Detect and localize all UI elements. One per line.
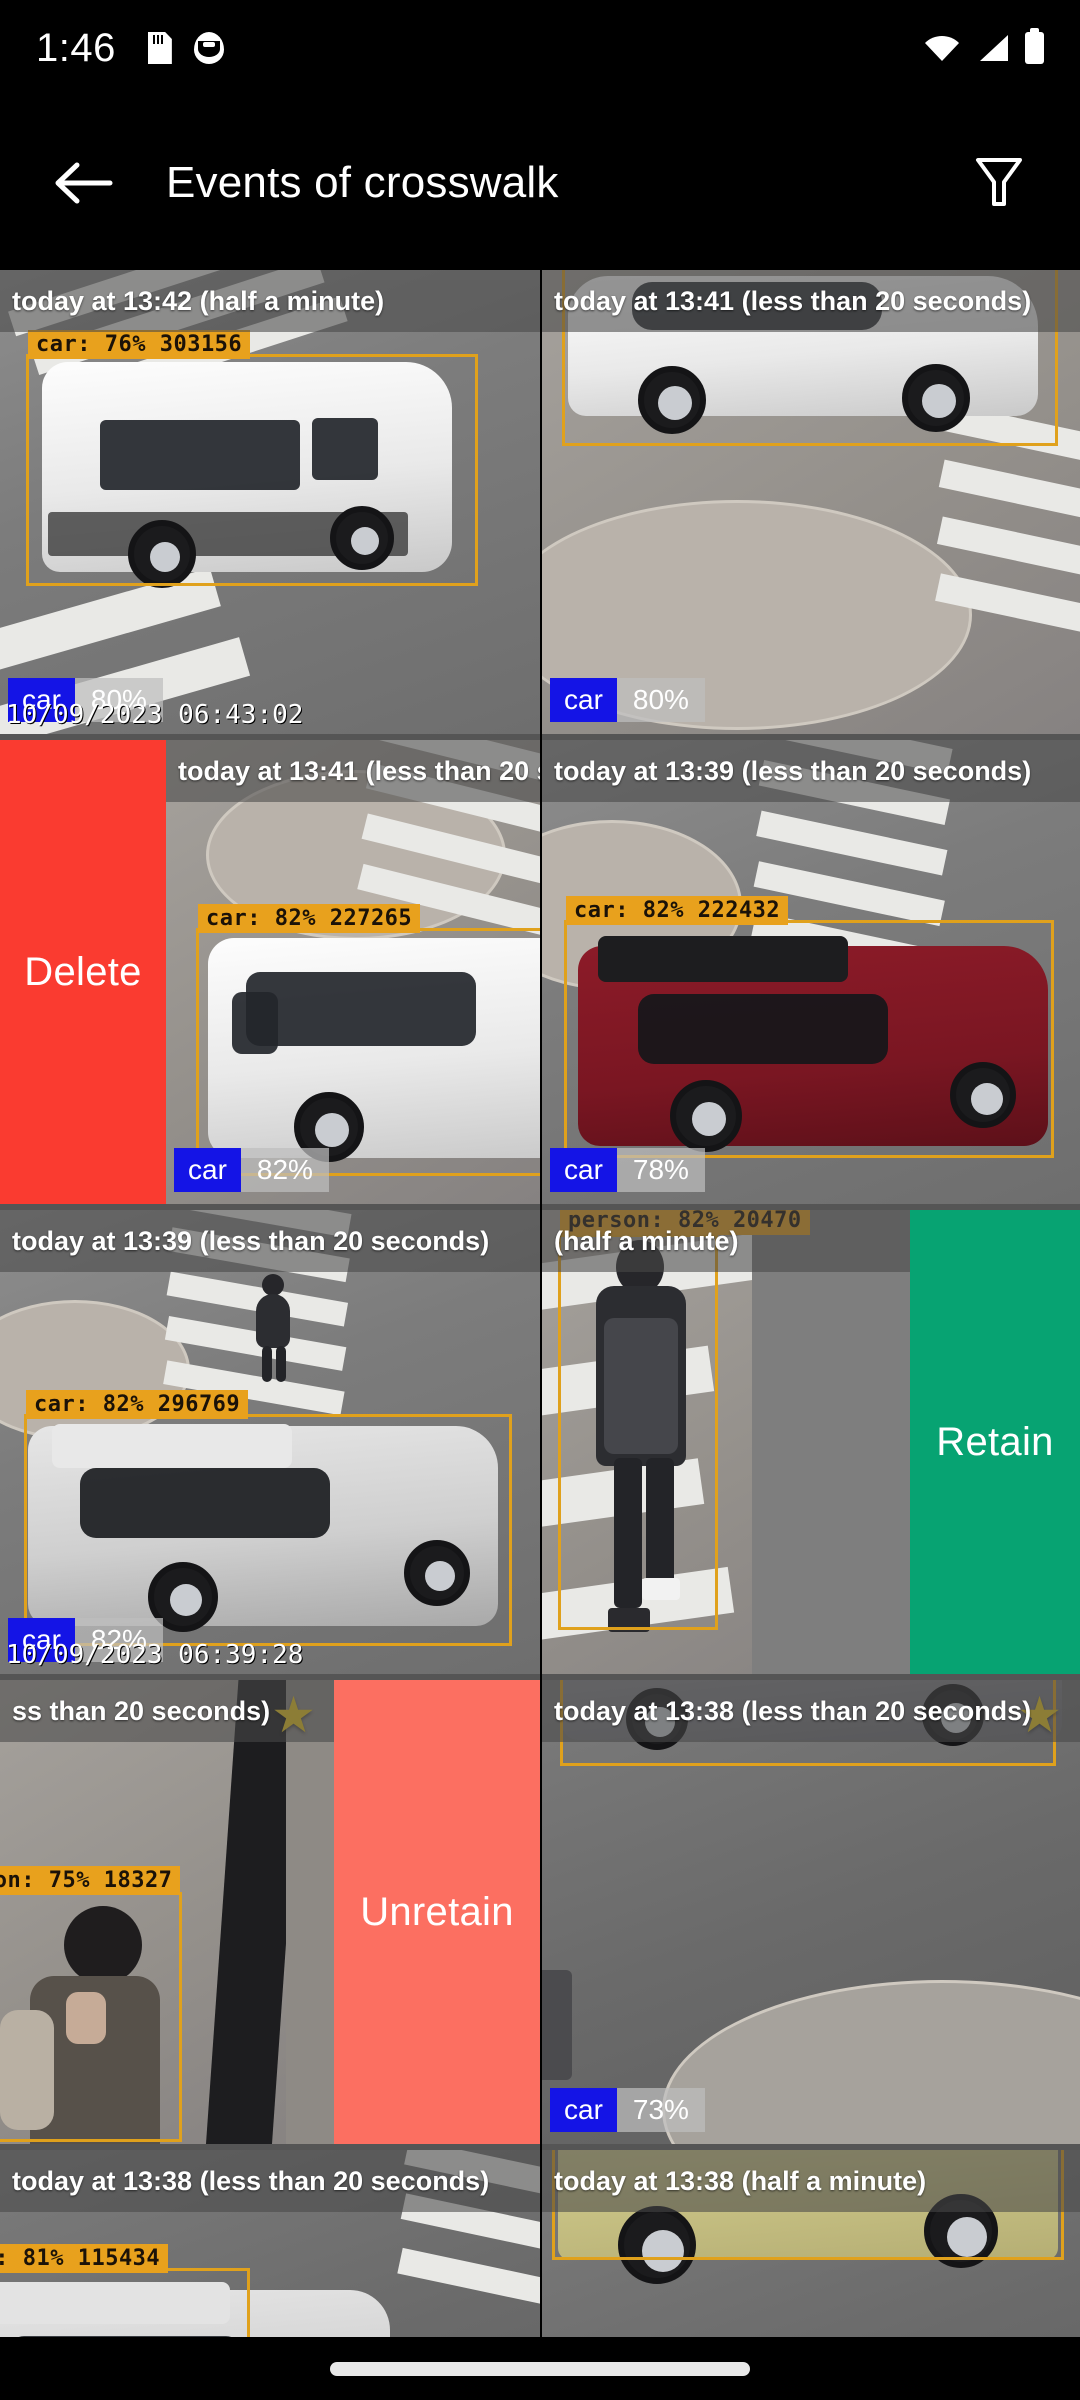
detection-label: son: 75% 18327 <box>0 1866 181 1895</box>
status-system-icons <box>923 28 1044 64</box>
home-indicator[interactable] <box>330 2361 750 2376</box>
class-label: car <box>550 1148 617 1192</box>
system-navigation-bar <box>0 2337 1080 2400</box>
event-cell[interactable]: Delete car: 82% 227265 today at 13:41 (l… <box>0 740 540 1210</box>
confidence-badge: car 73% <box>550 2088 705 2132</box>
pedestrian-figure <box>248 1274 296 1384</box>
event-caption: today at 13:42 (half a minute) <box>0 270 540 332</box>
event-caption: today at 13:38 (less than 20 seconds) <box>542 1680 1080 1742</box>
event-caption: today at 13:39 (less than 20 seconds) <box>0 1210 540 1272</box>
status-notification-icons <box>147 32 224 64</box>
event-caption: today at 13:38 (half a minute) <box>542 2150 1080 2212</box>
event-card-4[interactable]: car: 82% 222432 today at 13:39 (less tha… <box>542 740 1080 1204</box>
event-caption: today at 13:38 (less than 20 seconds) <box>0 2150 540 2212</box>
detection-label: car: 82% 296769 <box>26 1390 249 1419</box>
detection-label: car: 76% 303156 <box>28 330 251 359</box>
event-card-9[interactable]: car: 81% 115434 today at 13:38 (less tha… <box>0 2150 540 2337</box>
detection-label: car: 81% 115434 <box>0 2244 169 2273</box>
event-card-7[interactable]: son: 75% 18327 ★ ss than 20 seconds) <box>0 1680 334 2144</box>
class-label: car <box>174 1148 241 1192</box>
unretain-action-button[interactable]: Unretain <box>334 1680 540 2144</box>
events-grid[interactable]: car: 76% 303156 today at 13:42 (half a m… <box>0 270 1080 2337</box>
event-thumbnail <box>542 270 1080 734</box>
sd-card-icon <box>147 32 172 64</box>
delete-action-label: Delete <box>24 949 142 994</box>
event-thumbnail: son: 75% 18327 ★ <box>0 1680 334 2144</box>
camera-timestamp: 10/09/2023 06:39:28 <box>6 1640 304 1670</box>
event-card-8[interactable]: ★ today at 13:38 (less than 20 seconds) … <box>542 1680 1080 2144</box>
back-arrow-icon <box>55 162 113 204</box>
event-caption: ss than 20 seconds) <box>0 1680 334 1742</box>
confidence-badge: car 78% <box>550 1148 705 1192</box>
detection-label: car: 82% 227265 <box>198 904 421 933</box>
event-thumbnail: car: 82% 296769 <box>0 1210 540 1674</box>
event-cell[interactable]: today at 13:41 (less than 20 seconds) ca… <box>542 270 1080 740</box>
status-bar: 1:46 <box>0 0 1080 96</box>
confidence-badge: car 80% <box>550 678 705 722</box>
event-card-3[interactable]: car: 82% 227265 today at 13:41 (less tha… <box>166 740 540 1204</box>
event-card-10[interactable]: today at 13:38 (half a minute) <box>542 2150 1080 2337</box>
app-bar: Events of crosswalk <box>0 96 1080 270</box>
cellular-signal-icon <box>980 35 1008 61</box>
event-cell[interactable]: car: 82% 222432 today at 13:39 (less tha… <box>542 740 1080 1210</box>
filter-icon <box>976 158 1022 206</box>
app-screen: 1:46 Events of crosswalk car: 76% 303156… <box>0 0 1080 2400</box>
event-card-1[interactable]: car: 76% 303156 today at 13:42 (half a m… <box>0 270 540 734</box>
wifi-icon <box>925 35 959 61</box>
retain-action-button[interactable]: Retain <box>910 1210 1080 1674</box>
retain-action-label: Retain <box>936 1419 1054 1464</box>
confidence-value: 73% <box>616 2088 705 2132</box>
event-thumbnail: person: 82% 20470 <box>542 1210 910 1674</box>
battery-icon <box>1025 28 1044 64</box>
event-cell[interactable]: today at 13:38 (half a minute) <box>542 2150 1080 2337</box>
confidence-value: 82% <box>240 1148 329 1192</box>
class-label: car <box>550 678 617 722</box>
detection-label: car: 82% 222432 <box>566 896 789 925</box>
event-cell[interactable]: son: 75% 18327 ★ ss than 20 seconds) Unr… <box>0 1680 540 2150</box>
event-caption: (half a minute) <box>542 1210 910 1272</box>
event-thumbnail: car: 76% 303156 <box>0 270 540 734</box>
mask-icon <box>193 32 224 64</box>
delete-action-button[interactable]: Delete <box>0 740 166 1204</box>
event-thumbnail: car: 82% 222432 <box>542 740 1080 1204</box>
camera-timestamp: 10/09/2023 06:43:02 <box>6 700 304 730</box>
class-label: car <box>550 2088 617 2132</box>
event-card-6[interactable]: person: 82% 20470 (half a minute) <box>542 1210 910 1674</box>
event-thumbnail: ★ <box>542 1680 1080 2144</box>
event-thumbnail: car: 82% 227265 <box>166 740 540 1204</box>
confidence-badge: car 82% <box>174 1148 329 1192</box>
event-card-5[interactable]: car: 82% 296769 today at 13:39 (less tha… <box>0 1210 540 1674</box>
event-cell[interactable]: ★ today at 13:38 (less than 20 seconds) … <box>542 1680 1080 2150</box>
unretain-action-label: Unretain <box>360 1889 514 1934</box>
status-clock: 1:46 <box>36 25 116 70</box>
back-button[interactable] <box>48 148 118 218</box>
event-card-2[interactable]: today at 13:41 (less than 20 seconds) ca… <box>542 270 1080 734</box>
confidence-value: 80% <box>616 678 705 722</box>
event-caption: today at 13:39 (less than 20 seconds) <box>542 740 1080 802</box>
page-title: Events of crosswalk <box>166 158 559 207</box>
event-cell[interactable]: car: 81% 115434 today at 13:38 (less tha… <box>0 2150 540 2337</box>
filter-button[interactable] <box>966 150 1032 216</box>
event-caption: today at 13:41 (less than 20 seconds) <box>542 270 1080 332</box>
event-cell[interactable]: car: 82% 296769 today at 13:39 (less tha… <box>0 1210 540 1680</box>
confidence-value: 78% <box>616 1148 705 1192</box>
event-cell[interactable]: car: 76% 303156 today at 13:42 (half a m… <box>0 270 540 740</box>
event-cell[interactable]: person: 82% 20470 (half a minute) Retain <box>542 1210 1080 1680</box>
event-caption: today at 13:41 (less than 20 seco <box>166 740 540 802</box>
